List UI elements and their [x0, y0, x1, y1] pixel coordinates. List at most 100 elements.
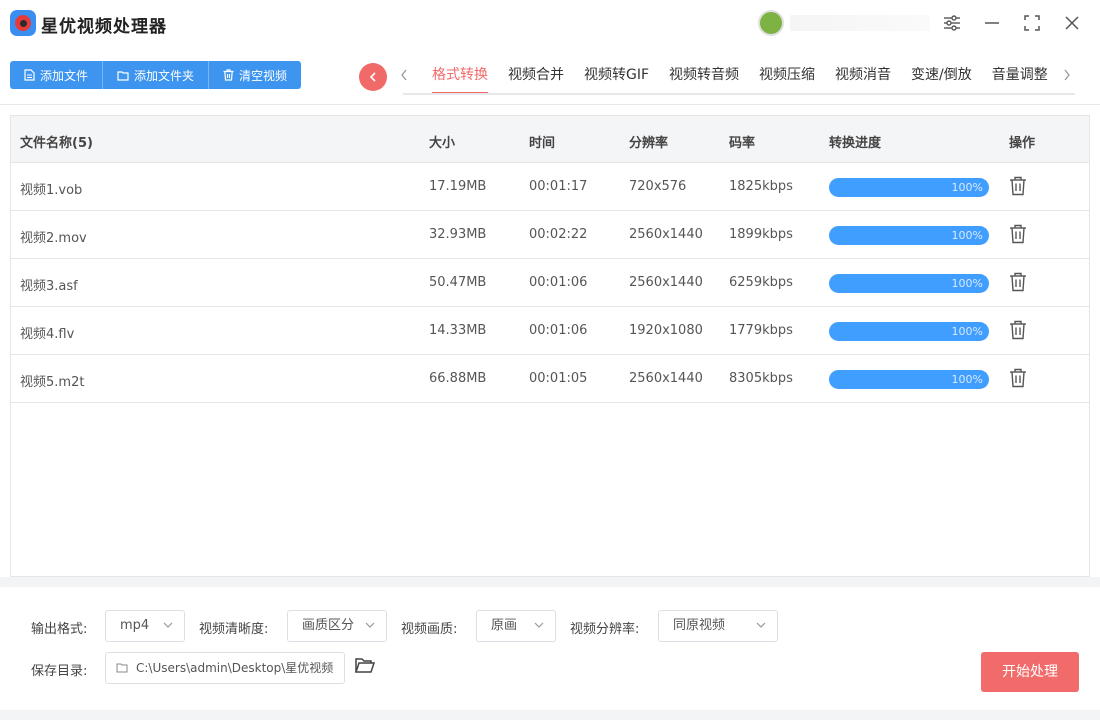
back-button[interactable]: [359, 63, 387, 91]
save-path-input[interactable]: C:\Users\admin\Desktop\星优视频: [105, 652, 345, 684]
tab-video-mute[interactable]: 视频消音: [835, 60, 891, 94]
file-resolution: 1920x1080: [629, 323, 703, 338]
progress-bar: 100%: [829, 370, 989, 389]
progress-bar: 100%: [829, 274, 989, 293]
delete-row-trash-icon[interactable]: [1009, 368, 1027, 392]
delete-row-trash-icon[interactable]: [1009, 224, 1027, 248]
user-name-masked: [790, 15, 930, 31]
file-name: 视频2.mov: [20, 231, 87, 246]
folder-outline-icon: [116, 663, 128, 673]
file-size: 14.33MB: [429, 323, 487, 338]
add-file-label: 添加文件: [40, 68, 89, 83]
header-resolution: 分辨率: [629, 136, 669, 151]
progress-text: 100%: [951, 181, 983, 194]
tab-video-merge[interactable]: 视频合并: [508, 60, 564, 94]
output-format-value: mp4: [120, 618, 150, 633]
add-folder-button[interactable]: 添加文件夹: [103, 61, 210, 89]
header-name: 文件名称(5): [20, 136, 93, 151]
file-size: 17.19MB: [429, 179, 487, 194]
file-resolution: 720x576: [629, 179, 687, 194]
file-table: 文件名称(5) 大小 时间 分辨率 码率 转换进度 操作 视频1.vob 17.…: [10, 115, 1090, 577]
file-duration: 00:01:06: [529, 323, 588, 338]
file-name: 视频1.vob: [20, 183, 83, 198]
clarity-select[interactable]: 画质区分: [287, 610, 387, 642]
table-row[interactable]: 视频2.mov 32.93MB 00:02:22 2560x1440 1899k…: [11, 211, 1089, 259]
chevron-down-icon: [534, 622, 544, 628]
file-size: 50.47MB: [429, 275, 487, 290]
tab-video-to-gif[interactable]: 视频转GIF: [584, 60, 649, 94]
file-size: 66.88MB: [429, 371, 487, 386]
tabs-prev-icon[interactable]: [400, 68, 408, 86]
file-duration: 00:01:06: [529, 275, 588, 290]
chevron-down-icon: [365, 622, 375, 628]
progress-text: 100%: [951, 229, 983, 242]
progress-text: 100%: [951, 373, 983, 386]
app-logo-icon: [10, 10, 36, 36]
file-bitrate: 1899kbps: [729, 227, 793, 242]
chevron-down-icon: [756, 622, 766, 628]
delete-row-trash-icon[interactable]: [1009, 272, 1027, 296]
delete-row-trash-icon[interactable]: [1009, 176, 1027, 200]
bottom-strip: [0, 710, 1100, 720]
tab-video-compress[interactable]: 视频压缩: [759, 60, 815, 94]
file-bitrate: 8305kbps: [729, 371, 793, 386]
header-action: 操作: [1009, 136, 1036, 151]
file-bitrate: 1825kbps: [729, 179, 793, 194]
tab-format-convert[interactable]: 格式转换: [432, 60, 488, 94]
tab-speed-reverse[interactable]: 变速/倒放: [911, 60, 972, 94]
file-bitrate: 1779kbps: [729, 323, 793, 338]
table-row[interactable]: 视频4.flv 14.33MB 00:01:06 1920x1080 1779k…: [11, 307, 1089, 355]
tabs-underline: [403, 93, 1075, 95]
file-duration: 00:02:22: [529, 227, 588, 242]
toolbar: 添加文件 添加文件夹 清空视频: [10, 61, 302, 89]
clarity-value: 画质区分: [302, 618, 355, 633]
output-format-label: 输出格式:: [31, 622, 88, 637]
divider: [0, 104, 1100, 105]
start-processing-button[interactable]: 开始处理: [981, 652, 1079, 692]
clarity-label: 视频清晰度:: [199, 622, 269, 637]
header-bitrate: 码率: [729, 136, 756, 151]
progress-text: 100%: [951, 277, 983, 290]
header-time: 时间: [529, 136, 556, 151]
file-duration: 00:01:17: [529, 179, 588, 194]
file-name: 视频3.asf: [20, 279, 78, 294]
folder-icon: [117, 70, 129, 81]
file-duration: 00:01:05: [529, 371, 588, 386]
clear-videos-label: 清空视频: [239, 68, 288, 83]
file-name: 视频4.flv: [20, 327, 75, 342]
settings-sliders-icon[interactable]: [941, 12, 963, 34]
tabs-next-icon[interactable]: [1063, 68, 1071, 86]
output-settings-panel: 输出格式: mp4 视频清晰度: 画质区分 视频画质: 原画 视频分辨率: 同原…: [0, 587, 1100, 710]
add-folder-label: 添加文件夹: [134, 68, 195, 83]
maximize-icon[interactable]: [1021, 12, 1043, 34]
user-avatar[interactable]: [758, 10, 784, 36]
save-directory-label: 保存目录:: [31, 664, 88, 679]
progress-bar: 100%: [829, 226, 989, 245]
output-format-select[interactable]: mp4: [105, 610, 185, 642]
file-resolution: 2560x1440: [629, 227, 703, 242]
function-tabs: 格式转换 视频合并 视频转GIF 视频转音频 视频压缩 视频消音 变速/倒放 音…: [432, 60, 1068, 94]
file-resolution: 2560x1440: [629, 275, 703, 290]
progress-bar: 100%: [829, 178, 989, 197]
resolution-select[interactable]: 同原视频: [658, 610, 778, 642]
panel-separator: [0, 577, 1100, 587]
close-icon[interactable]: [1061, 12, 1083, 34]
tab-volume-adjust[interactable]: 音量调整: [992, 60, 1048, 94]
table-row[interactable]: 视频5.m2t 66.88MB 00:01:05 2560x1440 8305k…: [11, 355, 1089, 403]
delete-row-trash-icon[interactable]: [1009, 320, 1027, 344]
file-size: 32.93MB: [429, 227, 487, 242]
quality-select[interactable]: 原画: [476, 610, 556, 642]
progress-bar: 100%: [829, 322, 989, 341]
minimize-icon[interactable]: [981, 12, 1003, 34]
add-file-button[interactable]: 添加文件: [10, 61, 104, 89]
table-row[interactable]: 视频1.vob 17.19MB 00:01:17 720x576 1825kbp…: [11, 163, 1089, 211]
table-row[interactable]: 视频3.asf 50.47MB 00:01:06 2560x1440 6259k…: [11, 259, 1089, 307]
quality-value: 原画: [491, 618, 518, 633]
chevron-left-icon: [369, 72, 376, 82]
header-progress: 转换进度: [829, 136, 882, 151]
file-icon: [24, 69, 35, 81]
open-folder-icon[interactable]: [354, 657, 376, 678]
tab-video-to-audio[interactable]: 视频转音频: [669, 60, 739, 94]
clear-videos-button[interactable]: 清空视频: [209, 61, 302, 89]
file-resolution: 2560x1440: [629, 371, 703, 386]
